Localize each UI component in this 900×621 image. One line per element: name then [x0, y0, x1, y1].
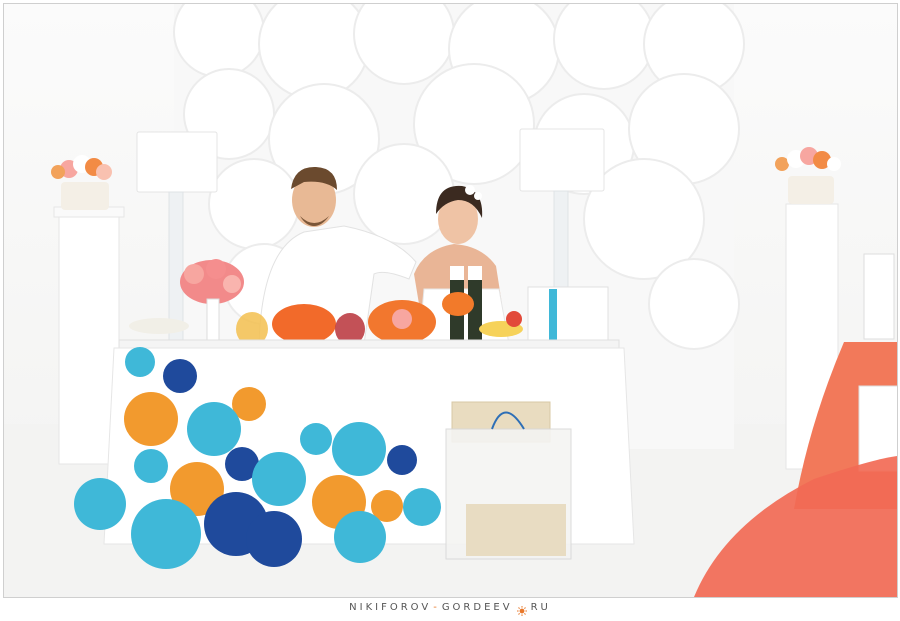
wedding-photo [3, 3, 898, 598]
watermark-part2: GORDEEV [441, 602, 513, 613]
watermark-part3: RU [530, 602, 551, 613]
watermark: NIKIFOROV - GORDEEV RU [0, 598, 900, 617]
sun-icon [516, 603, 527, 616]
watermark-dash: - [433, 602, 440, 613]
watermark-part1: NIKIFOROV [349, 602, 432, 613]
